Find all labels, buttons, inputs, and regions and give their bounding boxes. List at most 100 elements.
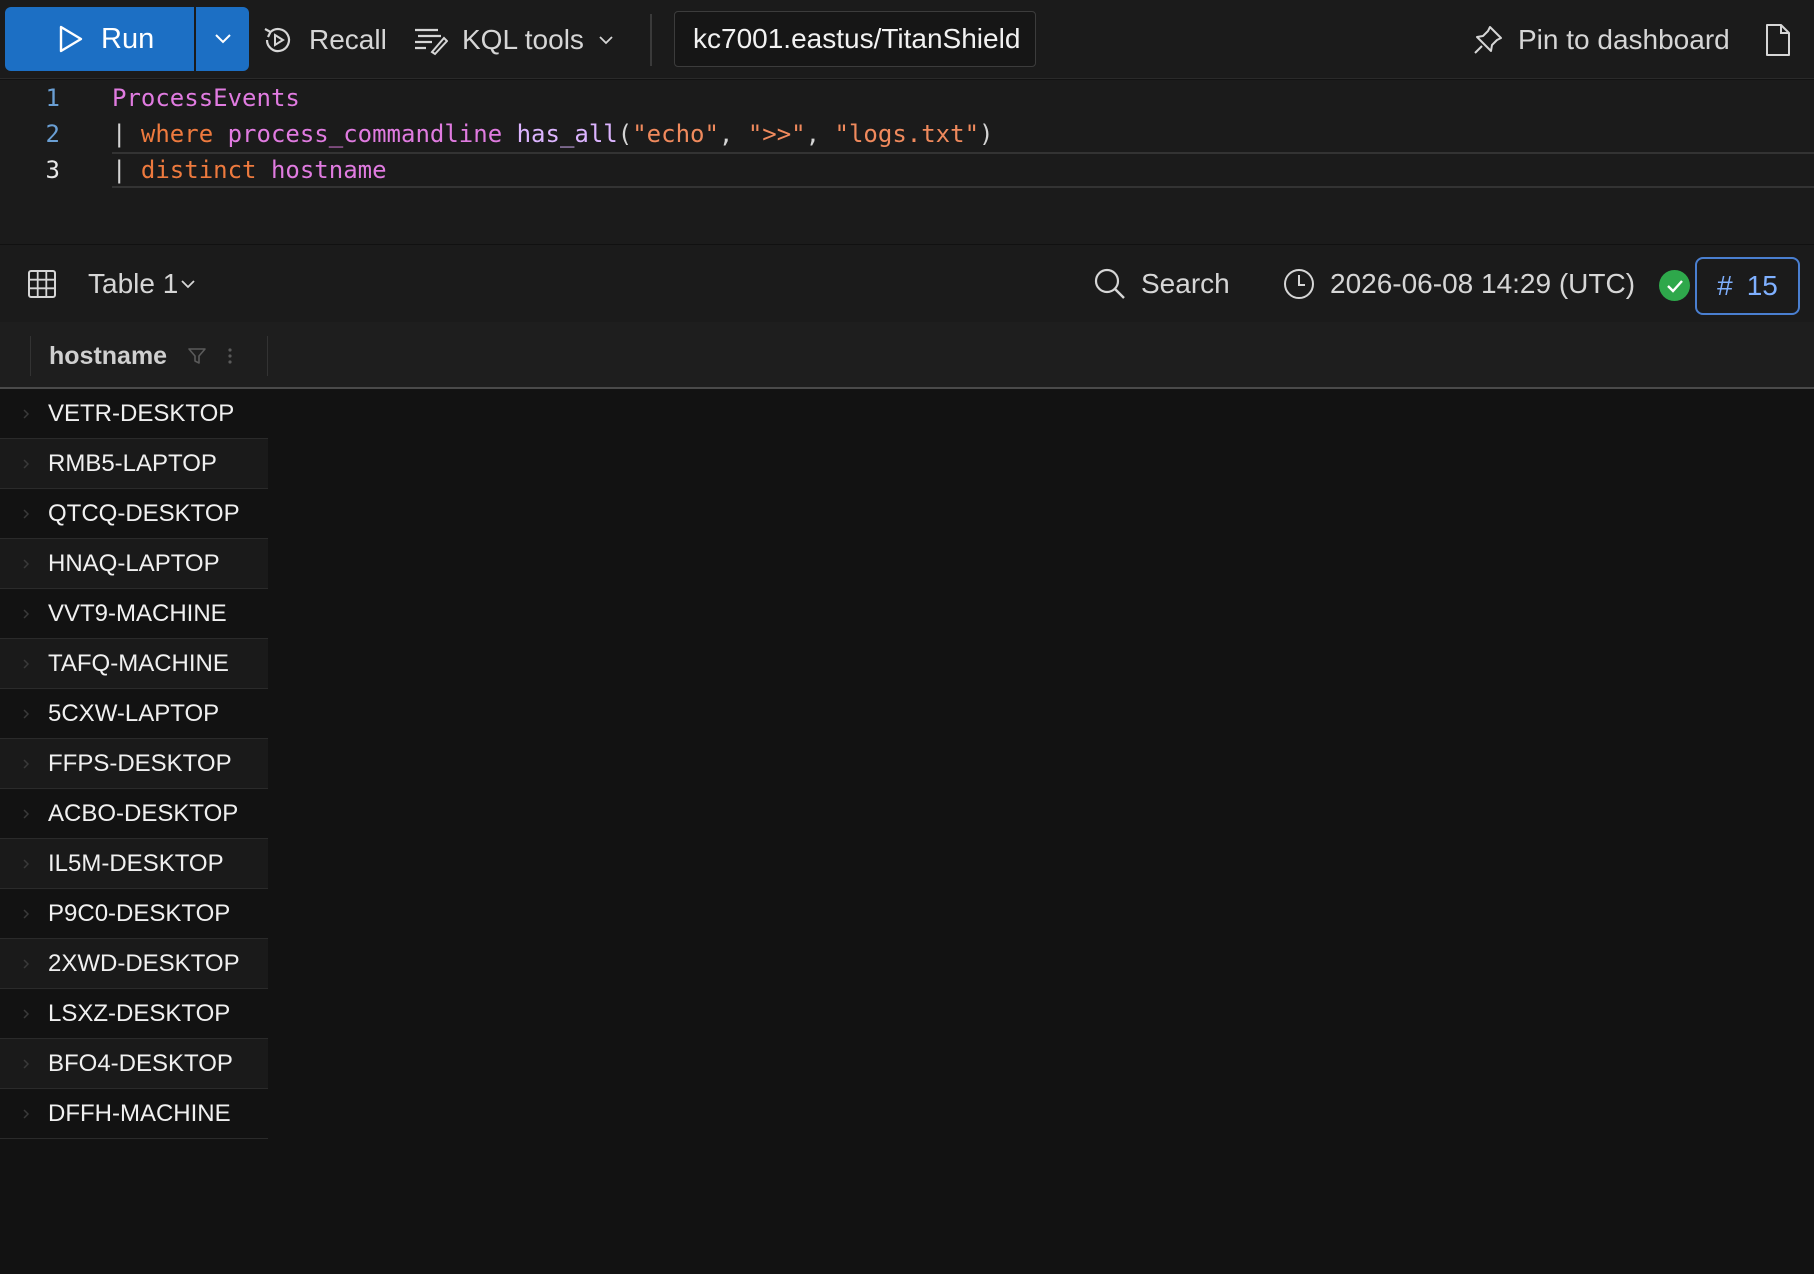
code-string: "echo" — [632, 120, 719, 148]
code-line-1: 1 ProcessEvents — [0, 80, 1814, 116]
code-separator: , — [805, 120, 835, 148]
code-text: | where process_commandline has_all("ech… — [112, 120, 993, 148]
code-pipe: | — [112, 156, 127, 184]
hostname-cell: ACBO-DESKTOP — [48, 799, 239, 827]
table-grid-icon — [26, 268, 58, 300]
code-separator: , — [718, 120, 748, 148]
table-row[interactable]: RMB5-LAPTOP — [0, 439, 268, 489]
run-options-dropdown[interactable] — [196, 7, 249, 71]
run-button-label: Run — [101, 22, 155, 55]
document-icon — [1764, 23, 1792, 57]
query-editor[interactable]: 1 ProcessEvents 2 | where process_comman… — [0, 80, 1814, 244]
hostname-cell: HNAQ-LAPTOP — [48, 549, 220, 577]
chevron-right-icon[interactable] — [0, 708, 48, 720]
chevron-right-icon[interactable] — [0, 658, 48, 670]
code-operator: where — [140, 120, 214, 148]
chevron-right-icon[interactable] — [0, 408, 48, 420]
table-row[interactable]: IL5M-DESKTOP — [0, 839, 268, 889]
chevron-right-icon[interactable] — [0, 958, 48, 970]
hostname-cell: 2XWD-DESKTOP — [48, 949, 240, 977]
table-row[interactable]: DFFH-MACHINE — [0, 1089, 268, 1139]
chevron-right-icon[interactable] — [0, 508, 48, 520]
table-row[interactable]: LSXZ-DESKTOP — [0, 989, 268, 1039]
code-string: "logs.txt" — [834, 120, 980, 148]
code-paren: ) — [979, 120, 994, 148]
table-row[interactable]: P9C0-DESKTOP — [0, 889, 268, 939]
table-selector-dropdown[interactable] — [180, 245, 196, 323]
pin-to-dashboard-label: Pin to dashboard — [1518, 23, 1730, 55]
clock-icon — [1282, 267, 1316, 301]
grid-header: hostname — [0, 322, 1814, 389]
hostname-cell: QTCQ-DESKTOP — [48, 499, 240, 527]
results-grid-body: VETR-DESKTOP RMB5-LAPTOP QTCQ-DESKTOP HNAQ-… — [0, 389, 268, 1139]
hostname-cell: 5CXW-LAPTOP — [48, 699, 220, 727]
code-text: | distinct hostname — [112, 156, 387, 184]
recall-button[interactable]: Recall — [261, 0, 387, 79]
chevron-right-icon[interactable] — [0, 1058, 48, 1070]
table-row[interactable]: HNAQ-LAPTOP — [0, 539, 268, 589]
results-search[interactable]: Search — [1093, 245, 1230, 323]
chevron-right-icon[interactable] — [0, 458, 48, 470]
code-field: hostname — [270, 156, 387, 184]
history-icon — [261, 23, 295, 57]
hostname-cell: IL5M-DESKTOP — [48, 849, 224, 877]
line-number: 2 — [45, 120, 60, 148]
table-row[interactable]: FFPS-DESKTOP — [0, 739, 268, 789]
code-field: process_commandline — [227, 120, 503, 148]
column-header-label: hostname — [49, 341, 168, 370]
code-operator: distinct — [140, 156, 257, 184]
hash-icon: # — [1717, 270, 1733, 301]
play-icon — [57, 24, 85, 54]
hostname-cell: RMB5-LAPTOP — [48, 449, 217, 477]
pin-to-dashboard-button[interactable]: Pin to dashboard — [1472, 0, 1730, 79]
table-row[interactable]: TAFQ-MACHINE — [0, 639, 268, 689]
line-number: 3 — [45, 156, 60, 184]
results-table-selector[interactable]: Table 1 — [26, 245, 178, 323]
cluster-database-selector[interactable]: kc7001.eastus/TitanShield — [674, 11, 1036, 67]
code-string: ">>" — [747, 120, 806, 148]
run-button[interactable]: Run — [5, 7, 194, 71]
chevron-right-icon[interactable] — [0, 758, 48, 770]
code-line-3: 3 | distinct hostname — [0, 152, 1814, 188]
chevron-right-icon[interactable] — [0, 908, 48, 920]
chevron-down-icon — [180, 278, 196, 290]
table-row[interactable]: 5CXW-LAPTOP — [0, 689, 268, 739]
row-count: 15 — [1746, 270, 1778, 301]
code-function: has_all — [516, 120, 618, 148]
table-row[interactable]: 2XWD-DESKTOP — [0, 939, 268, 989]
more-vertical-icon[interactable] — [227, 346, 233, 366]
results-table-label: Table 1 — [88, 268, 179, 299]
chevron-right-icon[interactable] — [0, 1008, 48, 1020]
chevron-right-icon[interactable] — [0, 858, 48, 870]
run-button-group: Run — [5, 7, 249, 71]
table-row[interactable]: ACBO-DESKTOP — [0, 789, 268, 839]
document-button[interactable] — [1764, 0, 1792, 79]
chevron-right-icon[interactable] — [0, 808, 48, 820]
line-number: 1 — [45, 84, 60, 112]
table-row[interactable]: VVT9-MACHINE — [0, 589, 268, 639]
filter-icon[interactable] — [187, 346, 207, 366]
kql-tools-menu[interactable]: KQL tools — [412, 0, 614, 79]
chevron-down-icon — [213, 33, 233, 45]
search-label: Search — [1141, 268, 1230, 299]
code-table-name: ProcessEvents — [112, 84, 300, 112]
row-count-badge[interactable]: # 15 — [1695, 257, 1800, 315]
hostname-cell: DFFH-MACHINE — [48, 1099, 231, 1127]
hostname-cell: VETR-DESKTOP — [48, 399, 235, 427]
hostname-cell: P9C0-DESKTOP — [48, 899, 231, 927]
table-row[interactable]: VETR-DESKTOP — [0, 389, 268, 439]
hostname-cell: TAFQ-MACHINE — [48, 649, 229, 677]
results-toolbar: Table 1 Search 2026-06-08 14:29 (UTC) — [0, 244, 1814, 322]
code-text: ProcessEvents — [112, 84, 300, 112]
recall-label: Recall — [309, 23, 387, 55]
hostname-cell: FFPS-DESKTOP — [48, 749, 232, 777]
chevron-right-icon[interactable] — [0, 1108, 48, 1120]
timestamp-text: 2026-06-08 14:29 (UTC) — [1330, 268, 1636, 299]
column-header-hostname[interactable]: hostname — [30, 336, 268, 376]
code-paren: ( — [617, 120, 633, 148]
toolbar-divider — [650, 14, 652, 66]
chevron-right-icon[interactable] — [0, 608, 48, 620]
chevron-right-icon[interactable] — [0, 558, 48, 570]
table-row[interactable]: BFO4-DESKTOP — [0, 1039, 268, 1089]
table-row[interactable]: QTCQ-DESKTOP — [0, 489, 268, 539]
